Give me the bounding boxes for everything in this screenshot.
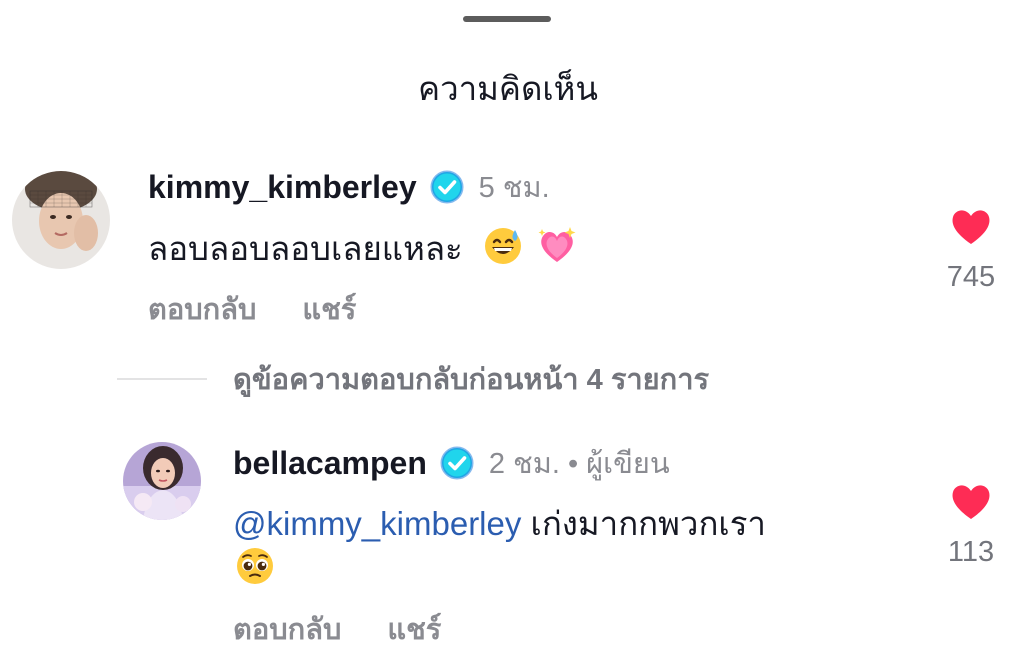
reply-text-line2	[233, 545, 277, 598]
mention-link[interactable]: @kimmy_kimberley	[233, 505, 521, 542]
reply-text: @kimmy_kimberley เก่งมากกพวกเรา	[233, 502, 766, 546]
verified-badge-icon	[429, 169, 465, 205]
avatar[interactable]	[12, 171, 110, 269]
share-button[interactable]: แชร์	[387, 606, 441, 652]
like-count: 113	[947, 536, 995, 568]
comment-time: 5 ชม.	[478, 172, 550, 204]
reply-button[interactable]: ตอบกลับ	[148, 286, 256, 332]
avatar[interactable]	[123, 442, 201, 520]
reply-actions: ตอบกลับ แชร์	[233, 606, 441, 652]
drag-handle[interactable]	[463, 16, 551, 22]
sheet-title: ความคิดเห็น	[418, 70, 598, 107]
comment-body: ลอบลอบลอบเลยแหละ	[148, 230, 463, 268]
comment-text: ลอบลอบลอบเลยแหละ	[148, 225, 579, 278]
view-replies-label[interactable]: ดูข้อความตอบกลับก่อนหน้า 4 รายการ	[233, 356, 709, 402]
sparkling-heart-emoji	[535, 225, 579, 278]
reply-button[interactable]: ตอบกลับ	[233, 606, 341, 652]
like-control: 113	[931, 481, 1011, 569]
comment-header: kimmy_kimberley 5 ชม.	[148, 164, 550, 210]
reply-header: bellacampen 2 ชม. • ผู้เขียน	[233, 440, 670, 486]
share-button[interactable]: แชร์	[302, 286, 356, 332]
heart-icon[interactable]	[949, 481, 993, 526]
like-control: 745	[931, 206, 1011, 294]
reply-body: เก่งมากกพวกเรา	[521, 505, 766, 542]
pleading-face-emoji	[233, 545, 277, 598]
view-previous-replies[interactable]: ดูข้อความตอบกลับก่อนหน้า 4 รายการ	[117, 356, 709, 402]
verified-badge-icon	[439, 445, 475, 481]
comment-username[interactable]: kimmy_kimberley	[148, 169, 417, 206]
comment-actions: ตอบกลับ แชร์	[148, 286, 356, 332]
like-count: 745	[946, 261, 996, 293]
grinning-sweat-emoji	[482, 225, 524, 278]
divider-line	[117, 378, 207, 380]
heart-icon[interactable]	[949, 206, 993, 251]
reply-username[interactable]: bellacampen	[233, 445, 427, 482]
reply-time: 2 ชม. • ผู้เขียน	[488, 448, 670, 480]
comments-sheet: ความคิดเห็น kimmy_kimberley 5 ชม. ลอบลอบ…	[0, 0, 1024, 672]
